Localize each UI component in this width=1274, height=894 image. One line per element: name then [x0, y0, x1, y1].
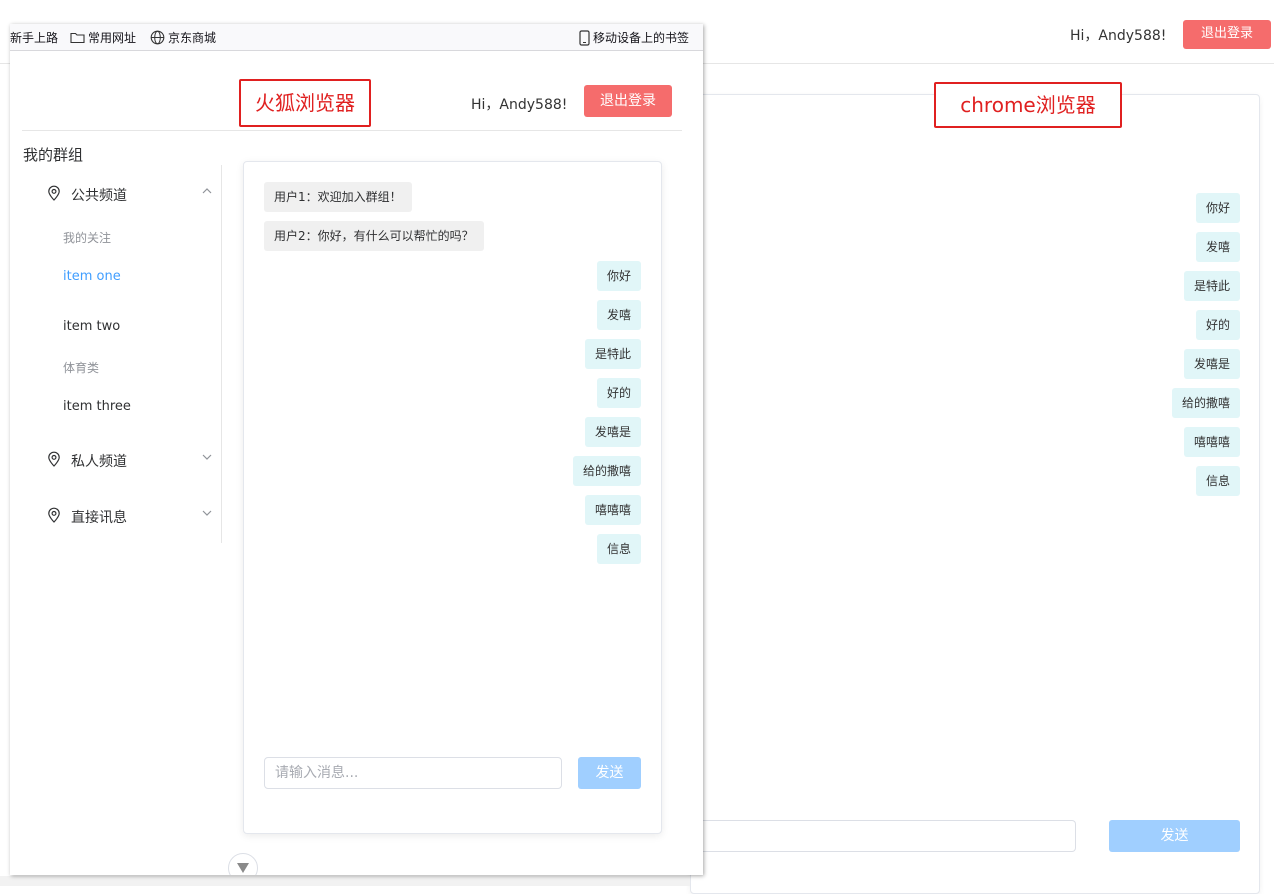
chat-bubble-self: 是特此: [1183, 271, 1240, 301]
chat-bubble-self: 给的撒嘻: [572, 456, 641, 486]
chat-bubble-self: 信息: [1195, 466, 1240, 496]
bookmark-mobile[interactable]: 移动设备上的书签: [579, 29, 689, 46]
chat-message-list: 你好 发嘻 是特此 好的 发嘻是 给的撒嘻 嘻嘻嘻 信息: [572, 261, 641, 573]
chat-bubble-self: 信息: [596, 534, 641, 564]
location-pin-icon: [47, 185, 61, 205]
chrome-message-input[interactable]: [690, 820, 1076, 852]
mobile-icon: [579, 29, 590, 46]
chat-bubble-self: 你好: [1195, 193, 1240, 223]
firefox-window: 新手上路 常用网址 京东商城 移动设备上的书签 火狐浏览器 Hi，Andy588…: [10, 24, 703, 875]
scroll-down-button[interactable]: [228, 853, 258, 875]
chat-bubble-self: 发嘻是: [1183, 349, 1240, 379]
chrome-bottom-edge: [0, 876, 690, 886]
bookmark-label: 常用网址: [88, 31, 137, 45]
bookmark-label: 移动设备上的书签: [593, 31, 690, 45]
chrome-send-button[interactable]: 发送: [1109, 820, 1240, 852]
chat-panel: 用户1：欢迎加入群组！ 用户2：你好，有什么可以帮忙的吗？ 你好 发嘻 是特此 …: [243, 161, 662, 834]
bookmark-jd-mall[interactable]: 京东商城: [150, 29, 216, 46]
chat-bubble-self: 好的: [1195, 310, 1240, 340]
bookmark-label: 京东商城: [168, 31, 217, 45]
scroll-down-icon: [236, 859, 250, 876]
sidebar-menu: 公共频道 我的关注 item one item two 体育类 item thr…: [22, 165, 222, 543]
chrome-greeting: Hi，Andy588!: [1070, 28, 1167, 44]
send-button[interactable]: 发送: [578, 757, 641, 789]
submenu-direct-message[interactable]: 直接讯息: [47, 507, 127, 527]
chat-bubble-self: 你好: [596, 261, 641, 291]
chat-bubble-other: 用户1：欢迎加入群组！: [264, 182, 412, 212]
firefox-annotation-label: 火狐浏览器: [239, 79, 371, 127]
submenu-label: 直接讯息: [71, 510, 127, 526]
group-title: 我的群组: [23, 146, 84, 164]
greeting-text: Hi，Andy588!: [471, 97, 568, 113]
menu-group-title-follow: 我的关注: [63, 231, 112, 245]
chat-bubble-self: 发嘻: [596, 300, 641, 330]
menu-item-one[interactable]: item one: [63, 269, 121, 284]
logout-button[interactable]: 退出登录: [584, 85, 672, 117]
bookmark-common-sites[interactable]: 常用网址: [70, 29, 136, 46]
chat-bubble-self: 嘻嘻嘻: [1183, 427, 1240, 457]
chat-bubble-self: 给的撒嘻: [1171, 388, 1240, 418]
chat-bubble-self: 发嘻: [1195, 232, 1240, 262]
folder-icon: [70, 31, 85, 44]
message-input[interactable]: 请输入消息...: [264, 757, 562, 789]
submenu-label: 公共频道: [71, 188, 127, 204]
menu-item-two[interactable]: item two: [63, 319, 120, 334]
submenu-private-channel[interactable]: 私人频道: [47, 451, 127, 471]
location-pin-icon: [47, 507, 61, 527]
chrome-logout-button[interactable]: 退出登录: [1183, 20, 1271, 49]
chat-bubble-self: 好的: [596, 378, 641, 408]
chevron-down-icon[interactable]: [202, 509, 212, 520]
submenu-public-channel[interactable]: 公共频道: [47, 185, 127, 205]
bookmark-getting-started[interactable]: 新手上路: [10, 29, 58, 46]
chrome-annotation-label: chrome浏览器: [934, 82, 1122, 128]
menu-group-title-sports: 体育类: [63, 361, 100, 375]
chat-bubble-other: 用户2：你好，有什么可以帮忙的吗？: [264, 221, 484, 251]
bookmarks-toolbar: 新手上路 常用网址 京东商城 移动设备上的书签: [10, 24, 703, 51]
chat-bubble-self: 嘻嘻嘻: [584, 495, 641, 525]
menu-item-three[interactable]: item three: [63, 399, 131, 414]
chrome-message-list: 你好 发嘻 是特此 好的 发嘻是 给的撒嘻 嘻嘻嘻 信息: [1171, 193, 1240, 505]
globe-icon: [150, 30, 165, 45]
bookmark-label: 新手上路: [10, 31, 59, 45]
chat-bubble-self: 是特此: [584, 339, 641, 369]
chat-bubble-self: 发嘻是: [584, 417, 641, 447]
chevron-down-icon[interactable]: [202, 453, 212, 464]
chevron-up-icon[interactable]: [202, 187, 212, 198]
submenu-label: 私人频道: [71, 454, 127, 470]
location-pin-icon: [47, 451, 61, 471]
